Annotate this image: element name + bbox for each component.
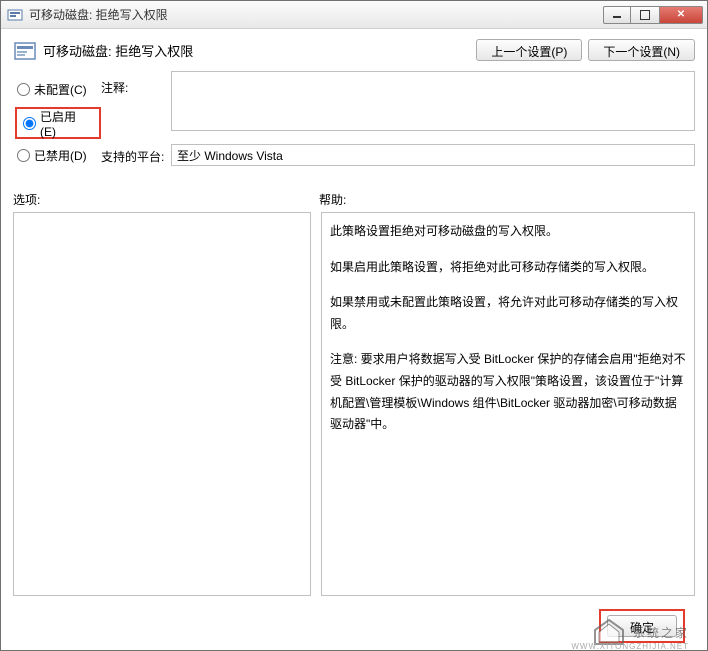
- minimize-button[interactable]: [603, 6, 631, 24]
- help-text-4: 注意: 要求用户将数据写入受 BitLocker 保护的存储会启用"拒绝对不受 …: [330, 349, 686, 435]
- help-text-3: 如果禁用或未配置此策略设置，将允许对此可移动存储类的写入权限。: [330, 292, 686, 335]
- footer: 确定 系统之家 WWW.XITONGZHIJIA.NET: [13, 602, 695, 650]
- prev-setting-button[interactable]: 上一个设置(P): [476, 39, 582, 61]
- maximize-button[interactable]: [631, 6, 659, 24]
- next-setting-button[interactable]: 下一个设置(N): [588, 39, 695, 61]
- help-label: 帮助:: [319, 191, 346, 208]
- comment-label: 注释:: [101, 77, 171, 101]
- radio-disabled-label: 已禁用(D): [34, 147, 87, 164]
- radio-not-configured-input[interactable]: [17, 83, 30, 96]
- radio-enabled-label: 已启用(E): [40, 108, 91, 139]
- policy-title: 可移动磁盘: 拒绝写入权限: [43, 39, 476, 60]
- radio-enabled-input[interactable]: [23, 117, 36, 130]
- watermark-text: 系统之家: [633, 624, 689, 641]
- platform-label: 支持的平台:: [101, 146, 171, 170]
- radio-disabled-input[interactable]: [17, 149, 30, 162]
- platform-field: [171, 144, 695, 166]
- watermark-url: WWW.XITONGZHIJIA.NET: [571, 642, 689, 651]
- options-panel: [13, 212, 311, 596]
- radio-not-configured-label: 未配置(C): [34, 81, 87, 98]
- help-text-2: 如果启用此策略设置，将拒绝对此可移动存储类的写入权限。: [330, 257, 686, 279]
- policy-icon-small: [7, 7, 23, 23]
- highlight-enabled: 已启用(E): [15, 107, 101, 139]
- close-button[interactable]: [659, 6, 703, 24]
- radio-enabled[interactable]: 已启用(E): [19, 111, 91, 135]
- titlebar[interactable]: 可移动磁盘: 拒绝写入权限: [1, 1, 707, 29]
- window-controls: [603, 6, 703, 24]
- window-title: 可移动磁盘: 拒绝写入权限: [29, 6, 603, 23]
- radio-not-configured[interactable]: 未配置(C): [13, 77, 101, 101]
- comment-input[interactable]: [171, 71, 695, 131]
- help-text-1: 此策略设置拒绝对可移动磁盘的写入权限。: [330, 221, 686, 243]
- policy-editor-window: 可移动磁盘: 拒绝写入权限 可移动磁盘: 拒绝写入权限 上一个设置(P) 下一个…: [0, 0, 708, 651]
- content-area: 可移动磁盘: 拒绝写入权限 上一个设置(P) 下一个设置(N) 未配置(C) 已…: [1, 29, 707, 650]
- radio-disabled[interactable]: 已禁用(D): [13, 143, 101, 167]
- options-label: 选项:: [13, 191, 319, 208]
- policy-icon: [13, 39, 37, 63]
- help-panel: 此策略设置拒绝对可移动磁盘的写入权限。 如果启用此策略设置，将拒绝对此可移动存储…: [321, 212, 695, 596]
